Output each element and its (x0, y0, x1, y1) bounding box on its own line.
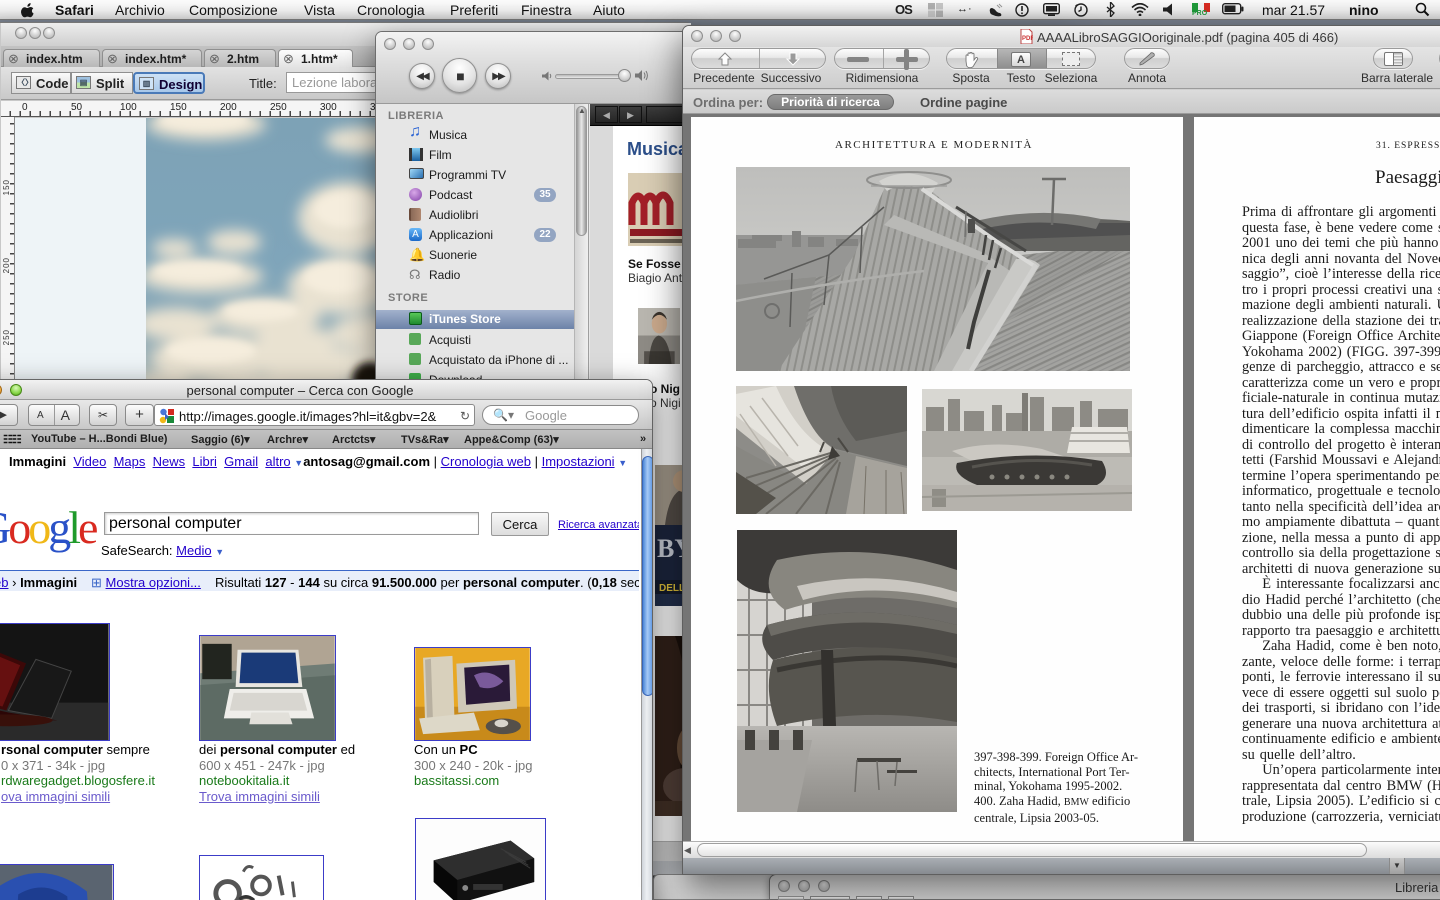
svg-text:PDF: PDF (1022, 36, 1033, 42)
